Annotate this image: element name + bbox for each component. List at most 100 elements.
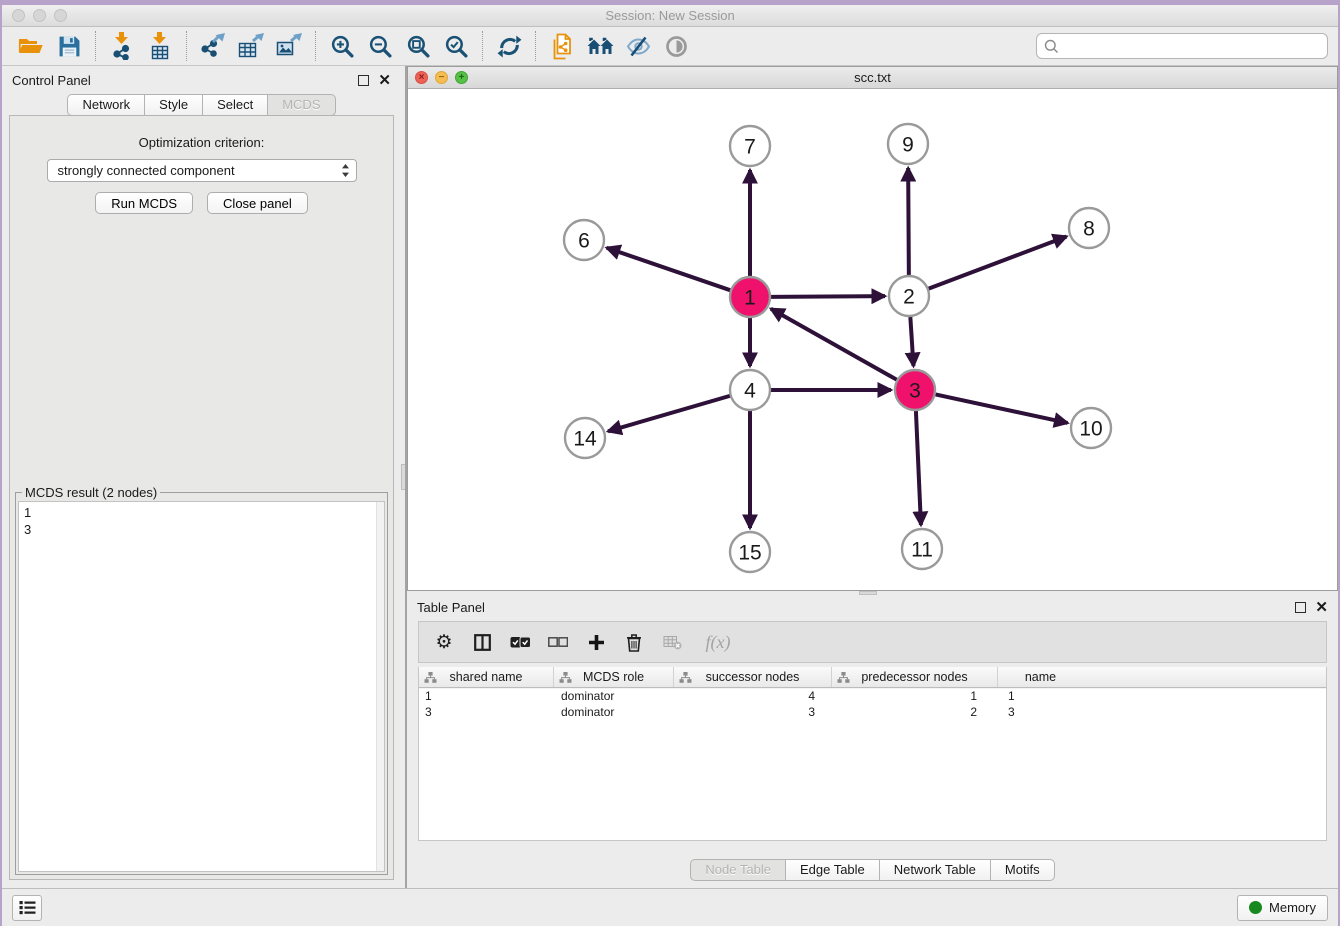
graph-edge-3-11[interactable]: [916, 411, 921, 525]
toolbar-separator: [186, 31, 187, 61]
graph-edge-1-6[interactable]: [607, 248, 730, 290]
fx-icon: f(x): [706, 632, 731, 653]
splitter-handle-horizontal[interactable]: [859, 591, 877, 595]
clone-network-button[interactable]: [543, 30, 581, 62]
column-header-name[interactable]: name: [997, 667, 1083, 687]
import-table-button[interactable]: [141, 30, 179, 62]
apply-layout-button[interactable]: [490, 30, 528, 62]
mcds-result-scrollbar[interactable]: [376, 502, 384, 871]
graph-node-3[interactable]: 3: [895, 370, 935, 410]
graph-node-8[interactable]: 8: [1069, 208, 1109, 248]
control-panel-title: Control Panel: [12, 73, 91, 88]
select-all-button[interactable]: [508, 629, 532, 655]
graph-node-7[interactable]: 7: [730, 126, 770, 166]
column-header-successor-nodes[interactable]: successor nodes: [673, 667, 831, 687]
save-session-button[interactable]: [50, 30, 88, 62]
columns-icon: [474, 634, 491, 651]
memory-button[interactable]: Memory: [1237, 895, 1328, 921]
open-session-button[interactable]: [12, 30, 50, 62]
tab-network[interactable]: Network: [67, 94, 145, 116]
graph-node-1[interactable]: 1: [730, 277, 770, 317]
graph-node-2[interactable]: 2: [889, 276, 929, 316]
node-table: shared nameMCDS rolesuccessor nodesprede…: [418, 667, 1327, 841]
column-header-predecessor-nodes[interactable]: predecessor nodes: [831, 667, 997, 687]
zoom-fit-button[interactable]: [399, 30, 437, 62]
tab-style[interactable]: Style: [144, 94, 203, 116]
graph-node-14[interactable]: 14: [565, 418, 605, 458]
control-panel: Control Panel ✕ NetworkStyleSelectMCDS O…: [2, 66, 401, 888]
open-folder-icon: [18, 35, 44, 57]
graph-node-9[interactable]: 9: [888, 124, 928, 164]
graph-node-4[interactable]: 4: [730, 370, 770, 410]
task-history-button[interactable]: [12, 895, 42, 921]
tab-network-table[interactable]: Network Table: [879, 859, 991, 881]
close-panel-icon[interactable]: ✕: [378, 75, 391, 86]
horizontal-splitter[interactable]: [407, 591, 1338, 595]
float-panel-icon[interactable]: [358, 75, 369, 86]
network-graph[interactable]: 7 9 6 8 1 2 4 3 14 10 15 11: [408, 89, 1337, 590]
function-builder-button[interactable]: f(x): [698, 629, 738, 655]
graph-edge-2-3[interactable]: [910, 317, 913, 366]
network-minimize-button[interactable]: −: [435, 71, 448, 84]
close-panel-button[interactable]: Close panel: [207, 192, 308, 214]
graph-edge-3-1[interactable]: [771, 309, 897, 380]
column-header-shared-name[interactable]: shared name: [419, 667, 553, 687]
hide-graphics-details-button[interactable]: [619, 30, 657, 62]
network-maximize-button[interactable]: +: [455, 71, 468, 84]
gear-icon: ⚙: [435, 633, 452, 652]
network-view[interactable]: 7 9 6 8 1 2 4 3 14 10 15 11: [408, 89, 1337, 590]
zoom-out-button[interactable]: [361, 30, 399, 62]
delete-column-button[interactable]: [622, 629, 646, 655]
delete-table-icon: [663, 635, 682, 650]
graph-edge-1-2[interactable]: [771, 296, 885, 297]
optimization-dropdown[interactable]: strongly connected component: [47, 159, 357, 182]
export-table-button[interactable]: [232, 30, 270, 62]
export-image-button[interactable]: [270, 30, 308, 62]
show-graphics-details-button[interactable]: [657, 30, 695, 62]
close-table-panel-icon[interactable]: ✕: [1315, 602, 1328, 613]
table-row[interactable]: 3dominator323: [419, 704, 1326, 720]
mcds-result-text[interactable]: 1 3: [18, 501, 385, 872]
export-network-button[interactable]: [194, 30, 232, 62]
graph-node-15[interactable]: 15: [730, 532, 770, 572]
control-panel-header: Control Panel ✕: [2, 66, 401, 94]
node-label: 2: [903, 285, 915, 308]
graph-edge-4-14[interactable]: [608, 396, 730, 431]
search-input[interactable]: [1059, 39, 1320, 54]
tab-node-table[interactable]: Node Table: [690, 859, 786, 881]
run-mcds-button[interactable]: Run MCDS: [95, 192, 193, 214]
tab-motifs[interactable]: Motifs: [990, 859, 1055, 881]
tab-edge-table[interactable]: Edge Table: [785, 859, 880, 881]
zoom-out-icon: [368, 34, 393, 59]
column-header-MCDS-role[interactable]: MCDS role: [553, 667, 673, 687]
tab-select[interactable]: Select: [202, 94, 268, 116]
window-close-button[interactable]: [12, 9, 25, 22]
search-field[interactable]: [1036, 33, 1328, 59]
cell-predecessor-nodes: 2: [831, 705, 997, 719]
vertical-splitter[interactable]: [401, 66, 407, 888]
splitter-handle-vertical[interactable]: [401, 464, 406, 490]
show-column-panel-button[interactable]: [470, 629, 494, 655]
deselect-all-button[interactable]: [546, 629, 570, 655]
window-zoom-button[interactable]: [54, 9, 67, 22]
cell-MCDS-role: dominator: [553, 689, 673, 703]
graph-node-11[interactable]: 11: [902, 529, 942, 569]
zoom-in-button[interactable]: [323, 30, 361, 62]
delete-table-button[interactable]: [660, 629, 684, 655]
import-network-button[interactable]: [103, 30, 141, 62]
graph-edge-2-9[interactable]: [908, 168, 909, 275]
graph-edge-3-10[interactable]: [936, 394, 1068, 423]
zoom-selected-button[interactable]: [437, 30, 475, 62]
network-close-button[interactable]: ×: [415, 71, 428, 84]
window-minimize-button[interactable]: [33, 9, 46, 22]
add-column-button[interactable]: [584, 629, 608, 655]
float-table-panel-icon[interactable]: [1295, 602, 1306, 613]
show-home-button[interactable]: [581, 30, 619, 62]
graph-node-6[interactable]: 6: [564, 220, 604, 260]
tab-mcds[interactable]: MCDS: [267, 94, 335, 116]
table-options-button[interactable]: ⚙: [432, 629, 456, 655]
graph-node-10[interactable]: 10: [1071, 408, 1111, 448]
task-list-icon: [19, 900, 36, 915]
graph-edge-2-8[interactable]: [929, 236, 1067, 288]
table-row[interactable]: 1dominator411: [419, 688, 1326, 704]
